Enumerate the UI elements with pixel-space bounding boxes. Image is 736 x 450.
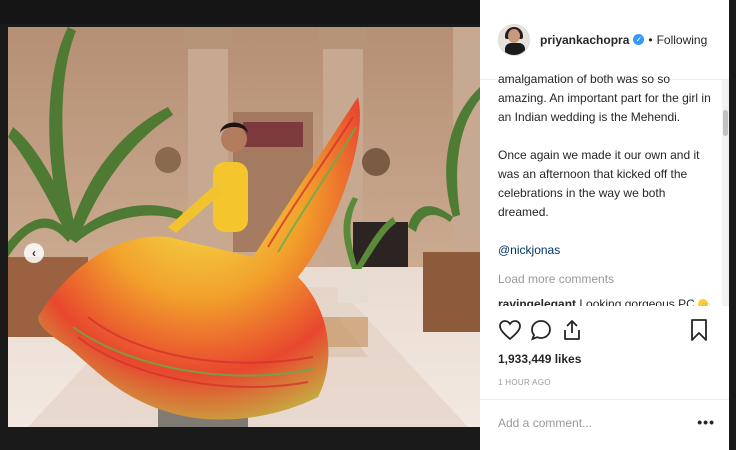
comments-section[interactable]: amalgamation of both was so so amazing. … — [480, 72, 729, 306]
add-comment-row: ••• — [480, 399, 729, 450]
caption-paragraph: amalgamation of both was so so amazing. … — [498, 72, 711, 124]
comment-username[interactable]: ravingelegant — [498, 297, 576, 306]
more-options-icon[interactable]: ••• — [697, 414, 715, 430]
post-details-panel: priyankachopra ✓ • Following amalgamatio… — [480, 0, 729, 450]
post-header: priyankachopra ✓ • Following — [480, 0, 729, 80]
post-photo[interactable]: ‹ — [8, 27, 480, 427]
comment-text: Looking gorgeous PC — [576, 297, 695, 306]
avatar[interactable] — [498, 23, 530, 56]
header-separator: • — [648, 32, 653, 47]
verified-badge-icon: ✓ — [633, 34, 645, 45]
caption-text: amalgamation of both was so so amazing. … — [498, 72, 711, 222]
following-button[interactable]: Following — [657, 33, 708, 47]
carousel-prev-button[interactable]: ‹ — [24, 243, 44, 263]
share-icon[interactable] — [560, 318, 584, 342]
post-timestamp: 1 HOUR AGO — [498, 378, 551, 387]
scrollbar-thumb[interactable] — [723, 110, 728, 136]
add-comment-input[interactable] — [498, 416, 688, 430]
comment-icon[interactable] — [529, 318, 553, 342]
username-link[interactable]: priyankachopra — [540, 33, 629, 47]
post-actions — [498, 318, 711, 344]
mention-link[interactable]: @nickjonas — [498, 241, 711, 260]
comment-like-heart-icon[interactable]: ♡ — [701, 301, 711, 306]
post-image-illustration — [8, 27, 480, 427]
likes-count[interactable]: 1,933,449 likes — [498, 352, 581, 366]
comment-item: ravingelegant Looking gorgeous PC ♡ — [498, 297, 711, 306]
chevron-left-icon: ‹ — [32, 246, 36, 260]
heart-icon[interactable] — [498, 318, 522, 342]
comments-scrollbar[interactable] — [722, 80, 729, 306]
load-more-comments-button[interactable]: Load more comments — [498, 272, 711, 286]
bookmark-icon[interactable] — [687, 318, 711, 342]
caption-paragraph: Once again we made it our own and it was… — [498, 148, 700, 219]
right-edge — [729, 0, 736, 450]
